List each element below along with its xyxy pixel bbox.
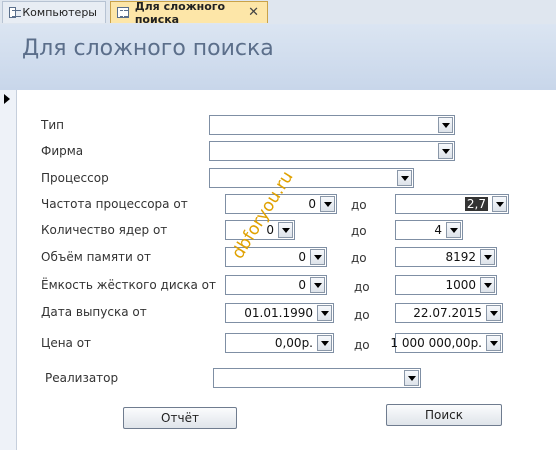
release-date-label: Дата выпуска от <box>41 305 147 319</box>
release-date-to-combobox[interactable]: 22.07.2015 <box>395 303 503 323</box>
release-date-to-value: 22.07.2015 <box>413 306 482 320</box>
firm-combobox[interactable] <box>209 141 455 161</box>
price-from-value: 0,00р. <box>274 336 313 350</box>
chevron-down-icon[interactable] <box>320 196 335 212</box>
chevron-down-icon[interactable] <box>480 277 495 293</box>
processor-combobox[interactable] <box>209 168 414 188</box>
release-date-to-label: до <box>354 308 370 322</box>
price-to-combobox[interactable]: 1 000 000,00р. <box>390 333 503 353</box>
chevron-down-icon[interactable] <box>397 170 412 186</box>
cores-to-value: 4 <box>434 223 442 237</box>
tab-computers-label: Компьютеры <box>22 6 97 19</box>
processor-label: Процессор <box>41 171 109 185</box>
form-detail: Тип Фирма Процессор Частота процессора о… <box>17 90 556 450</box>
cores-to-label: до <box>351 224 367 238</box>
cores-to-combobox[interactable]: 4 <box>395 220 463 240</box>
tab-advanced-search-label: Для сложного поиска <box>134 0 226 26</box>
tab-advanced-search[interactable]: Для сложного поиска ✕ <box>110 0 268 26</box>
form-icon <box>9 7 22 18</box>
seller-combobox[interactable] <box>213 368 421 388</box>
memory-from-value: 0 <box>298 250 306 264</box>
chevron-down-icon[interactable] <box>492 196 507 212</box>
disk-to-value: 1000 <box>445 278 476 292</box>
chevron-down-icon[interactable] <box>404 370 419 386</box>
price-to-value: 1 000 000,00р. <box>390 336 482 350</box>
report-button[interactable]: Отчёт <box>123 407 237 429</box>
release-date-from-combobox[interactable]: 01.01.1990 <box>225 303 334 323</box>
cpu-freq-to-combobox[interactable]: 2,7 <box>395 194 509 214</box>
price-to-label: до <box>354 338 370 352</box>
disk-from-value: 0 <box>298 278 306 292</box>
search-button[interactable]: Поиск <box>386 404 502 426</box>
memory-to-value: 8192 <box>445 250 476 264</box>
close-icon[interactable]: ✕ <box>248 5 259 20</box>
cpu-freq-from-value: 0 <box>308 197 316 211</box>
chevron-down-icon[interactable] <box>438 143 453 159</box>
chevron-down-icon[interactable] <box>278 222 293 238</box>
chevron-down-icon[interactable] <box>486 335 501 351</box>
disk-from-combobox[interactable]: 0 <box>225 275 327 295</box>
price-label: Цена от <box>41 336 92 350</box>
chevron-down-icon[interactable] <box>438 117 453 133</box>
seller-label: Реализатор <box>45 371 119 385</box>
chevron-down-icon[interactable] <box>446 222 461 238</box>
record-selector[interactable] <box>0 90 17 450</box>
cpu-freq-label: Частота процессора от <box>41 197 188 211</box>
record-selector-arrow-icon <box>4 94 10 104</box>
price-from-combobox[interactable]: 0,00р. <box>225 333 334 353</box>
firm-label: Фирма <box>41 144 84 158</box>
chevron-down-icon[interactable] <box>310 249 325 265</box>
type-label: Тип <box>41 118 64 132</box>
disk-to-label: до <box>354 280 370 294</box>
cores-label: Количество ядер от <box>41 223 168 237</box>
type-combobox[interactable] <box>209 115 455 135</box>
form-header: Для сложного поиска <box>0 24 556 90</box>
cpu-freq-to-label: до <box>351 198 367 212</box>
page-title: Для сложного поиска <box>22 36 274 61</box>
disk-to-combobox[interactable]: 1000 <box>395 275 497 295</box>
chevron-down-icon[interactable] <box>317 305 332 321</box>
chevron-down-icon[interactable] <box>480 249 495 265</box>
disk-label: Ёмкость жёсткого диска от <box>41 278 216 292</box>
release-date-from-value: 01.01.1990 <box>244 306 313 320</box>
memory-label: Объём памяти от <box>41 250 151 264</box>
chevron-down-icon[interactable] <box>486 305 501 321</box>
cpu-freq-to-value: 2,7 <box>464 197 488 211</box>
chevron-down-icon[interactable] <box>310 277 325 293</box>
memory-to-label: до <box>351 251 367 265</box>
memory-to-combobox[interactable]: 8192 <box>395 247 497 267</box>
tab-computers[interactable]: Компьютеры <box>2 1 106 23</box>
chevron-down-icon[interactable] <box>317 335 332 351</box>
document-tab-strip: Компьютеры Для сложного поиска ✕ <box>0 0 556 26</box>
form-icon <box>117 7 129 18</box>
